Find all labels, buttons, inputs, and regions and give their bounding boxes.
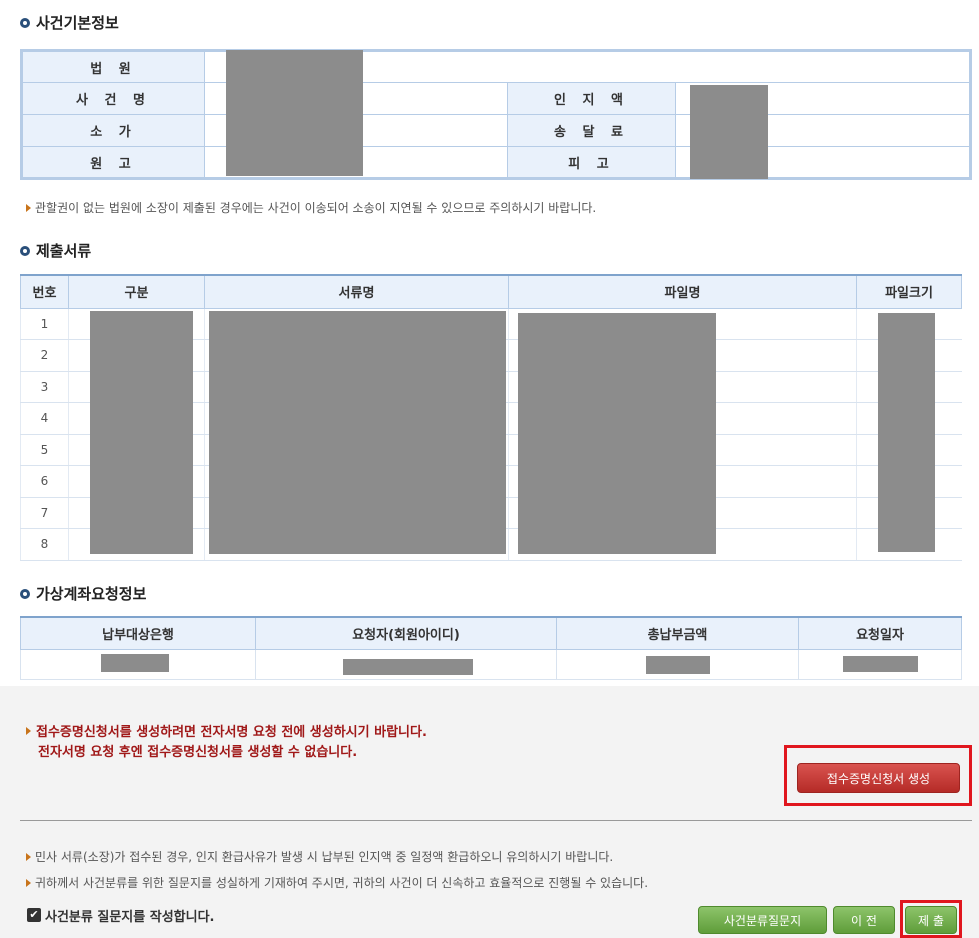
case-info-title-text: 사건기본정보 — [36, 14, 119, 32]
redacted-block — [209, 311, 506, 554]
court-label: 법 원 — [21, 50, 205, 83]
divider — [20, 820, 972, 821]
col-header-category: 구분 — [68, 274, 205, 309]
case-info-table: 법 원 사 건 명 인 지 액 소 가 송 달 료 원 고 피 고 — [20, 49, 972, 180]
row-number: 8 — [20, 528, 69, 561]
prev-button[interactable]: 이 전 — [833, 906, 895, 934]
col-header-requester: 요청자(회원아이디) — [255, 616, 557, 650]
questionnaire-button[interactable]: 사건분류질문지 — [698, 906, 827, 934]
col-header-doc-name: 서류명 — [204, 274, 509, 309]
refund-notice-text: 민사 서류(소장)가 접수된 경우, 인지 환급사유가 발생 시 납부된 인지액… — [35, 850, 614, 864]
questionnaire-notice-text: 귀하께서 사건분류를 위한 질문지를 성실하게 기재하여 주시면, 귀하의 사건… — [35, 876, 649, 890]
receipt-warning-line1: 접수증명신청서를 생성하려면 전자서명 요청 전에 생성하시기 바랍니다. — [26, 721, 427, 740]
row-number: 6 — [20, 465, 69, 498]
col-header-number: 번호 — [20, 274, 69, 309]
col-header-request-date: 요청일자 — [798, 616, 962, 650]
service-fee-label: 송 달 료 — [507, 114, 676, 147]
row-number: 5 — [20, 434, 69, 466]
defendant-label: 피 고 — [507, 146, 676, 179]
redacted-block — [518, 313, 716, 554]
receipt-warning-line2: 전자서명 요청 후엔 접수증명신청서를 생성할 수 없습니다. — [38, 745, 358, 760]
case-info-title: 사건기본정보 — [20, 12, 119, 33]
questionnaire-checkbox-label[interactable]: 사건분류 질문지를 작성합니다. — [45, 906, 214, 925]
create-receipt-button[interactable]: 접수증명신청서 생성 — [797, 763, 960, 793]
arrow-icon — [26, 203, 31, 212]
redacted-block — [343, 659, 473, 675]
redacted-block — [101, 654, 169, 672]
redacted-block — [646, 656, 710, 674]
row-number: 3 — [20, 371, 69, 403]
col-header-file-name: 파일명 — [508, 274, 857, 309]
virtual-account-title-text: 가상계좌요청정보 — [36, 585, 147, 603]
stamp-fee-label: 인 지 액 — [507, 82, 676, 115]
jurisdiction-note-text: 관할권이 없는 법원에 소장이 제출된 경우에는 사건이 이송되어 소송이 지연… — [35, 201, 597, 215]
section-bullet-icon — [20, 245, 30, 256]
section-bullet-icon — [20, 588, 30, 599]
documents-title: 제출서류 — [20, 240, 91, 261]
redacted-block — [90, 311, 193, 554]
refund-notice: 민사 서류(소장)가 접수된 경우, 인지 환급사유가 발생 시 납부된 인지액… — [26, 848, 613, 865]
documents-title-text: 제출서류 — [36, 242, 92, 260]
row-number: 1 — [20, 308, 69, 340]
questionnaire-checkbox[interactable]: ✔ — [27, 908, 41, 922]
redacted-block — [878, 313, 935, 552]
redacted-block — [690, 85, 768, 179]
section-bullet-icon — [20, 17, 30, 28]
claim-value-label: 소 가 — [21, 114, 205, 147]
jurisdiction-note: 관할권이 없는 법원에 소장이 제출된 경우에는 사건이 이송되어 소송이 지연… — [26, 199, 596, 216]
receipt-warning-text-1: 접수증명신청서를 생성하려면 전자서명 요청 전에 생성하시기 바랍니다. — [36, 725, 427, 740]
plaintiff-label: 원 고 — [21, 146, 205, 179]
row-number: 2 — [20, 339, 69, 372]
row-number: 7 — [20, 497, 69, 529]
arrow-icon — [26, 878, 31, 887]
col-header-bank: 납부대상은행 — [20, 616, 256, 650]
redacted-block — [843, 656, 918, 672]
virtual-account-title: 가상계좌요청정보 — [20, 583, 146, 604]
row-number: 4 — [20, 402, 69, 435]
redacted-block — [226, 50, 363, 176]
submit-button[interactable]: 제 출 — [905, 906, 957, 934]
arrow-icon — [26, 726, 31, 735]
case-name-label: 사 건 명 — [21, 82, 205, 115]
col-header-total-amount: 총납부금액 — [556, 616, 799, 650]
arrow-icon — [26, 852, 31, 861]
questionnaire-notice: 귀하께서 사건분류를 위한 질문지를 성실하게 기재하여 주시면, 귀하의 사건… — [26, 874, 648, 891]
col-header-file-size: 파일크기 — [856, 274, 962, 309]
